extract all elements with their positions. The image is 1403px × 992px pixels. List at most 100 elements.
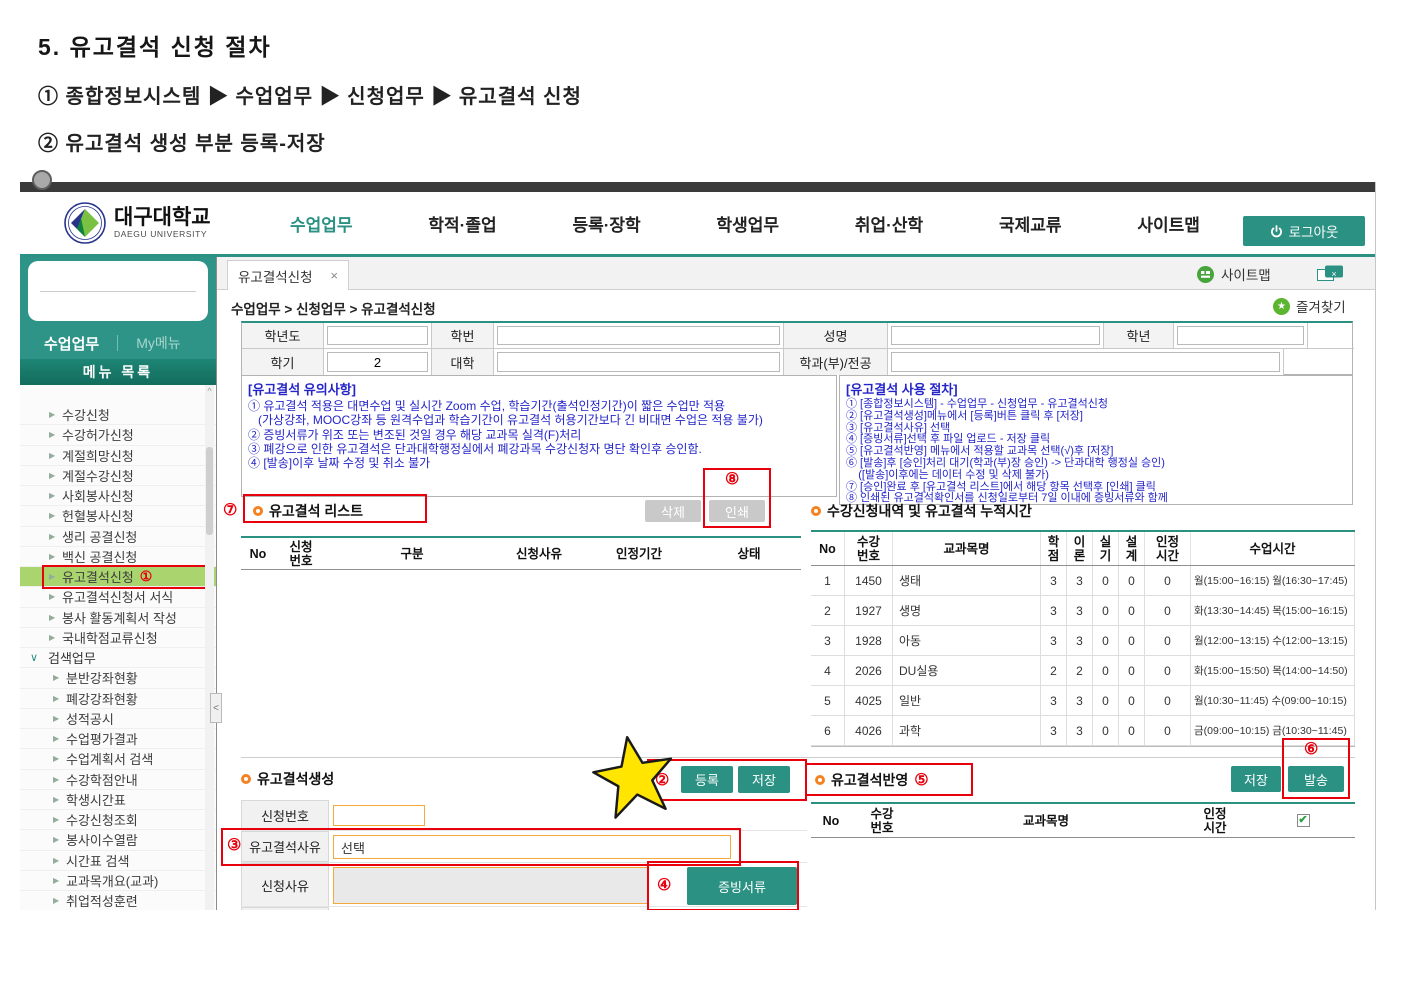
sidebar-item-label: 유고결석신청 bbox=[62, 567, 134, 586]
cell-credit: 2 bbox=[1041, 656, 1067, 685]
arrow-icon: ▶ bbox=[53, 694, 59, 703]
sidebar-item[interactable]: ▶사회봉사신청 bbox=[20, 486, 216, 506]
apply-no-field[interactable] bbox=[333, 805, 425, 826]
sidebar-item[interactable]: ▶계절희망신청 bbox=[20, 446, 216, 466]
grade-field[interactable] bbox=[1174, 323, 1308, 349]
cell-credit: 3 bbox=[1041, 566, 1067, 595]
sidebar-item[interactable]: ▶계절수강신청 bbox=[20, 466, 216, 486]
register-button[interactable]: 등록 bbox=[681, 766, 733, 793]
sidebar-tab-my-menu[interactable]: My메뉴 bbox=[136, 333, 180, 353]
sidebar-item[interactable]: ▶유고결석신청서 서식 bbox=[20, 587, 216, 607]
create-save-button[interactable]: 저장 bbox=[738, 766, 790, 793]
sidebar-item[interactable]: ▶백신 공결신청 bbox=[20, 547, 216, 567]
sidebar-item[interactable]: ▶생리 공결신청 bbox=[20, 527, 216, 547]
dept-field[interactable] bbox=[888, 349, 1284, 375]
scroll-up-icon[interactable]: ^ bbox=[205, 386, 214, 396]
arrow-icon: ▶ bbox=[53, 795, 59, 804]
year-field[interactable] bbox=[324, 323, 432, 349]
absence-list-header-row: No신청 번호구분신청사유인정기간상태 bbox=[241, 536, 801, 570]
reflect-save-button[interactable]: 저장 bbox=[1231, 766, 1281, 792]
breadcrumb: 수업업무 > 신청업무 > 유고결석신청 bbox=[231, 298, 436, 318]
sidebar-item[interactable]: ▶수업평가결과 bbox=[20, 729, 216, 749]
sidebar-item[interactable]: ▶봉사 활동계획서 작성 bbox=[20, 608, 216, 628]
sidebar-section-search[interactable]: ∨검색업무 bbox=[20, 648, 216, 668]
favorite-button[interactable]: ★ 즐겨찾기 bbox=[1273, 296, 1346, 316]
sidebar: 수업업무 My메뉴 메뉴 목록 ▶수강신청▶수강허가신청▶계절희망신청▶계절수강… bbox=[20, 257, 216, 910]
enrollment-table-body: 11450생태33000월(15:00~16:15) 월(16:30~17:45… bbox=[811, 566, 1355, 746]
reason-type-select[interactable]: 선택 bbox=[333, 835, 731, 859]
sidebar-item[interactable]: ▶수강신청 bbox=[20, 405, 216, 425]
checked-checkbox-icon[interactable]: ✔ bbox=[1297, 814, 1310, 827]
tab-label: 유고결석신청 bbox=[238, 266, 313, 286]
sidebar-item[interactable]: ▶시간표 검색 bbox=[20, 851, 216, 871]
sidebar-item[interactable]: ▶수강신청조회 bbox=[20, 810, 216, 830]
content-area: 유고결석신청 × 사이트맵 × bbox=[216, 257, 1375, 910]
nav-item-5[interactable]: 취업·산학 bbox=[855, 211, 923, 236]
arrow-icon: ▶ bbox=[53, 673, 59, 682]
table-row[interactable]: 21927생명33000화(13:30~14:45) 목(15:00~16:15… bbox=[811, 596, 1355, 626]
university-logo: 대구대학교 DAEGU UNIVERSITY bbox=[64, 202, 211, 244]
nav-item-6[interactable]: 국제교류 bbox=[999, 211, 1062, 236]
print-button[interactable]: 인쇄 bbox=[709, 500, 765, 522]
form-filler bbox=[1308, 323, 1354, 349]
nav-item-4[interactable]: 학생업무 bbox=[717, 211, 780, 236]
sidebar-item[interactable]: ▶헌혈봉사신청 bbox=[20, 506, 216, 526]
arrow-icon: ▶ bbox=[49, 572, 55, 581]
sidebar-item-label: 취업적성훈련 bbox=[66, 891, 138, 910]
sidebar-item[interactable]: ▶분반강좌현황 bbox=[20, 668, 216, 688]
cell-design: 0 bbox=[1119, 566, 1145, 595]
nav-item-3[interactable]: 등록·장학 bbox=[572, 211, 640, 236]
label-name: 성명 bbox=[784, 323, 888, 349]
nav-item-1[interactable]: 수업업무 bbox=[290, 211, 353, 236]
student-no-field[interactable] bbox=[494, 323, 784, 349]
nav-item-2[interactable]: 학적·졸업 bbox=[428, 211, 496, 236]
app-window: 대구대학교 DAEGU UNIVERSITY 수업업무 학적·졸업 등록·장학 학생업… bbox=[20, 182, 1376, 910]
notice-procedure-lines: ① [종합정보시스템] - 수업업무 - 신청업무 - 유고결석신청② [유고결… bbox=[846, 399, 1346, 505]
table-row[interactable]: 64026과학33000금(09:00~10:15) 금(10:30~11:45… bbox=[811, 716, 1355, 746]
semester-field[interactable]: 2 bbox=[324, 349, 432, 375]
sidebar-item-label: 수강신청조회 bbox=[66, 810, 138, 829]
sidebar-item[interactable]: ▶ 수업계획서 검색 bbox=[20, 749, 216, 769]
sidebar-item[interactable]: ▶학생시간표 bbox=[20, 790, 216, 810]
cell-recognized: 0 bbox=[1145, 626, 1191, 655]
delete-button[interactable]: 삭제 bbox=[645, 500, 701, 522]
sidebar-item-label: 수업계획서 검색 bbox=[66, 749, 153, 768]
reason-textarea[interactable] bbox=[333, 867, 649, 904]
notice-line: ③ 폐강으로 인한 유고결석은 단과대학행정실에서 폐강과목 수강신청자 명단 … bbox=[248, 442, 830, 456]
sidebar-item[interactable]: ▶수강허가신청 bbox=[20, 425, 216, 445]
sidebar-collapse-handle[interactable]: < bbox=[210, 693, 222, 723]
cell-no: 1 bbox=[811, 566, 845, 595]
sidebar-item-label: 계절수강신청 bbox=[62, 466, 134, 485]
arrow-icon: ▶ bbox=[53, 754, 59, 763]
nav-item-7[interactable]: 사이트맵 bbox=[1137, 211, 1200, 236]
college-field[interactable] bbox=[494, 349, 784, 375]
sidebar-item[interactable]: ▶성적공시 bbox=[20, 709, 216, 729]
evidence-button[interactable]: 증빙서류 bbox=[687, 867, 797, 905]
tab-absence-application[interactable]: 유고결석신청 × bbox=[227, 260, 349, 290]
sidebar-item[interactable]: ▶수강학점안내 bbox=[20, 770, 216, 790]
sidebar-item[interactable]: ▶폐강강좌현황 bbox=[20, 689, 216, 709]
table-row[interactable]: 54025일반33000월(10:30~11:45) 수(09:00~10:15… bbox=[811, 686, 1355, 716]
sidebar-item[interactable]: ▶교과목개요(교과) bbox=[20, 871, 216, 891]
table-row[interactable]: 31928아동33000월(12:00~13:15) 수(12:00~13:15… bbox=[811, 626, 1355, 656]
sidebar-scrollbar[interactable]: ^ bbox=[205, 385, 214, 910]
sidebar-item[interactable]: ▶국내학점교류신청 bbox=[20, 628, 216, 648]
column-header: 수강 번호 bbox=[845, 532, 893, 565]
column-header: 교과목명 bbox=[913, 804, 1179, 837]
cell-theory: 3 bbox=[1067, 686, 1093, 715]
cell-practice: 0 bbox=[1093, 656, 1119, 685]
label-semester: 학기 bbox=[242, 349, 324, 375]
table-row[interactable]: 11450생태33000월(15:00~16:15) 월(16:30~17:45… bbox=[811, 566, 1355, 596]
scrollbar-thumb[interactable] bbox=[206, 447, 213, 535]
logout-button[interactable]: 로그아웃 bbox=[1243, 216, 1365, 246]
close-all-windows-icon[interactable]: × bbox=[1317, 265, 1344, 282]
sidebar-item[interactable]: ▶취업적성훈련 bbox=[20, 891, 216, 910]
sidebar-item[interactable]: ▶유고결석신청① bbox=[20, 567, 216, 587]
sitemap-shortcut[interactable]: 사이트맵 bbox=[1197, 264, 1271, 284]
name-field[interactable] bbox=[888, 323, 1104, 349]
sidebar-tab-class-work[interactable]: 수업업무 bbox=[44, 333, 99, 354]
sidebar-item[interactable]: ▶봉사이수열람 bbox=[20, 830, 216, 850]
send-button[interactable]: 발송 bbox=[1288, 766, 1344, 792]
table-row[interactable]: 42026DU실용22000화(15:00~15:50) 목(14:00~14:… bbox=[811, 656, 1355, 686]
close-icon[interactable]: × bbox=[330, 268, 338, 283]
